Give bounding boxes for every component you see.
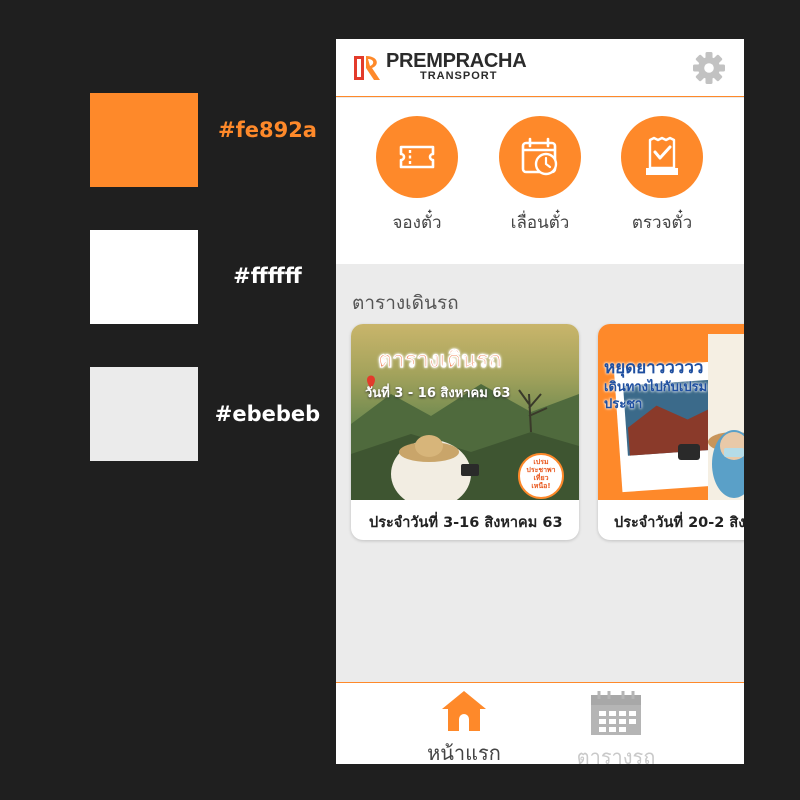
color-swatch-gray	[90, 367, 198, 461]
gear-icon[interactable]	[692, 51, 726, 85]
phone-screen: PREMPRACHA TRANSPORT จองตั๋ว เลื่อนตั๋ว …	[336, 39, 744, 764]
book-ticket-button[interactable]: จองตั๋ว	[367, 116, 467, 236]
check-ticket-button[interactable]: ตรวจตั๋ว	[612, 116, 712, 236]
schedule-card-caption: ประจำวันที่ 3-16 สิงหาคม 63	[369, 515, 563, 531]
action-label: ตรวจตั๋ว	[631, 213, 693, 233]
banner-title: หยุดยาววววว	[604, 358, 704, 378]
color-swatch-label: #ebebeb	[214, 402, 321, 426]
action-label: จองตั๋ว	[392, 213, 442, 233]
receipt-check-icon	[646, 136, 678, 175]
color-swatch-label: #fe892a	[218, 118, 317, 142]
schedule-card[interactable]: ตารางเดินรถ วันที่ 3 - 16 สิงหาคม 63 เปร…	[351, 324, 579, 540]
nav-label: หน้าแรก	[427, 741, 501, 764]
banner-title: ตารางเดินรถ	[378, 348, 502, 374]
color-swatch-label: #ffffff	[233, 264, 302, 288]
banner-badge: เปรมประชาพาเที่ยวเหนือ!	[526, 458, 556, 490]
schedule-banner-image: ตารางเดินรถ วันที่ 3 - 16 สิงหาคม 63 เปร…	[351, 324, 579, 500]
bottom-navigation: หน้าแรก ตารางรถ	[336, 682, 744, 764]
color-swatch-white	[90, 230, 198, 324]
app-header: PREMPRACHA TRANSPORT	[336, 39, 744, 97]
schedule-card[interactable]: หยุดยาววววว เดินทางไปกับเปรมประชา ประจำว…	[598, 324, 744, 540]
color-swatch-orange	[90, 93, 198, 187]
calendar-grid-icon	[591, 691, 641, 735]
action-icon-circle	[376, 116, 458, 198]
schedule-card-caption: ประจำวันที่ 20-2 สิงหาคม	[614, 515, 744, 531]
action-icon-circle	[499, 116, 581, 198]
ticket-icon	[399, 145, 435, 169]
nav-label: ตารางรถ	[576, 745, 656, 764]
banner-subtitle: วันที่ 3 - 16 สิงหาคม 63	[365, 386, 511, 401]
quick-actions: จองตั๋ว เลื่อนตั๋ว ตรวจตั๋ว	[336, 98, 744, 264]
home-icon	[442, 691, 486, 731]
banner-subtitle: เดินทางไปกับเปรมประชา	[604, 380, 708, 412]
action-icon-circle	[621, 116, 703, 198]
nav-home[interactable]: หน้าแรก	[414, 689, 514, 764]
section-title: ตารางเดินรถ	[352, 292, 459, 314]
schedule-banner-image: หยุดยาววววว เดินทางไปกับเปรมประชา	[598, 324, 744, 500]
brand-subtitle: TRANSPORT	[420, 70, 498, 82]
reschedule-ticket-button[interactable]: เลื่อนตั๋ว	[490, 116, 590, 236]
nav-schedule[interactable]: ตารางรถ	[566, 689, 666, 764]
action-label: เลื่อนตั๋ว	[510, 213, 570, 233]
calendar-clock-icon	[521, 137, 558, 176]
brand-logo-icon	[354, 56, 380, 80]
